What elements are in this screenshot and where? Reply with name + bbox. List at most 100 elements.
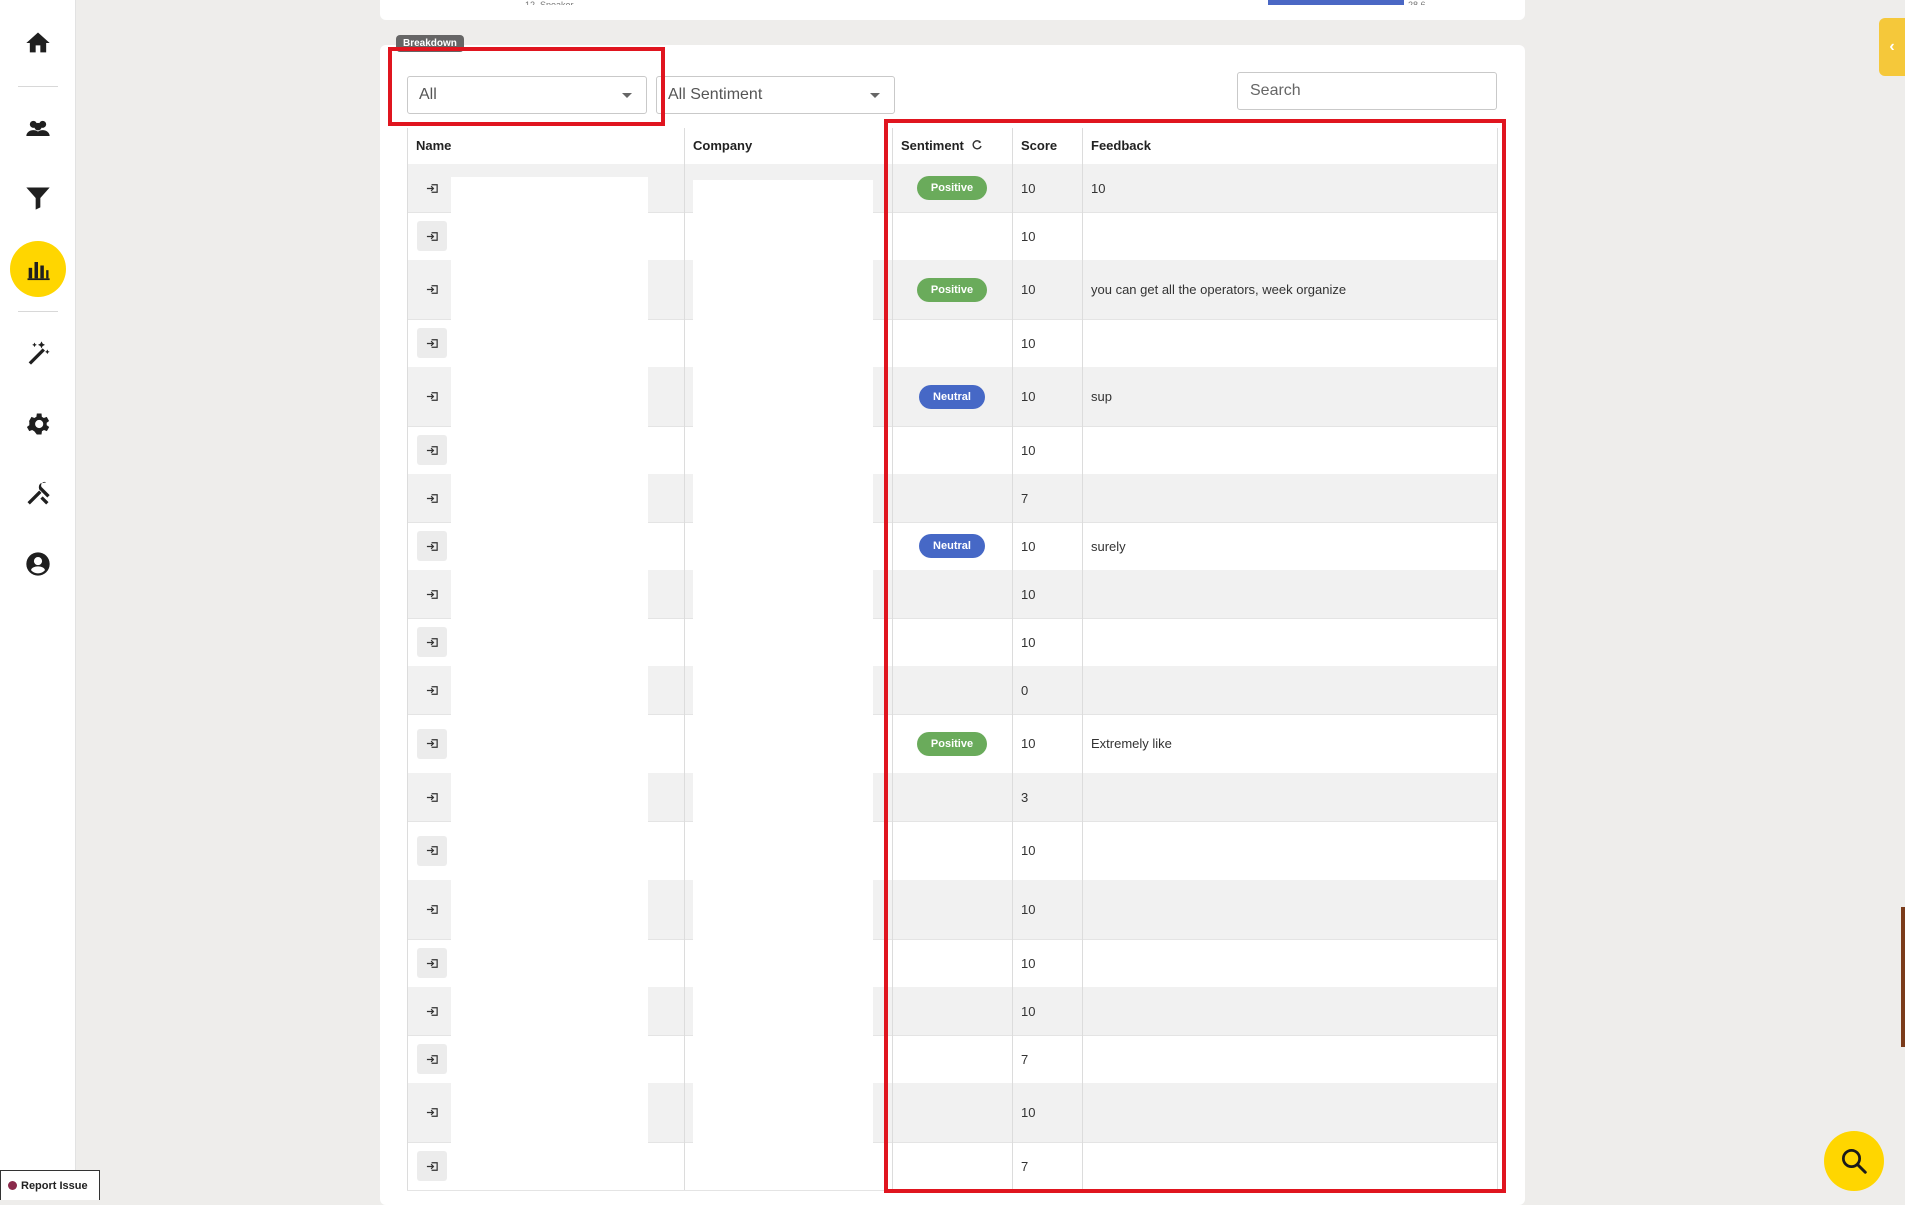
sentiment-badge: Positive <box>916 277 988 302</box>
open-record-button[interactable] <box>417 1097 447 1128</box>
breakdown-badge: Breakdown <box>396 35 464 52</box>
open-record-button[interactable] <box>417 675 447 705</box>
open-record-button[interactable] <box>417 894 447 925</box>
sentiment-badge: Positive <box>916 731 988 756</box>
gear-icon[interactable] <box>13 399 62 448</box>
summary-bar <box>1268 0 1404 5</box>
sign-in-icon <box>426 183 438 193</box>
sidebar <box>0 0 76 1200</box>
sentiment-cell <box>892 319 1012 367</box>
sentiment-cell <box>892 474 1012 522</box>
summary-card: 12. Speaker 28.6 <box>380 0 1525 20</box>
report-issue-button[interactable]: Report Issue <box>0 1170 100 1200</box>
sign-in-icon <box>426 445 438 455</box>
account-icon[interactable] <box>13 539 62 588</box>
sentiment-cell <box>892 212 1012 260</box>
score-cell: 10 <box>1021 1105 1036 1120</box>
sentiment-cell <box>892 1035 1012 1083</box>
search-icon <box>1842 1149 1867 1174</box>
report-issue-label: Report Issue <box>21 1179 88 1192</box>
open-record-button[interactable] <box>417 728 447 759</box>
score-cell: 7 <box>1021 1051 1029 1067</box>
column-divider <box>892 128 893 1190</box>
feedback-cell: surely <box>1091 538 1126 554</box>
column-header-feedback[interactable]: Feedback <box>1082 128 1482 164</box>
open-record-button[interactable] <box>417 948 447 978</box>
sign-in-icon <box>426 685 438 695</box>
group-select[interactable]: All <box>407 76 647 114</box>
sentiment-cell <box>892 1142 1012 1190</box>
score-cell: 10 <box>1021 634 1036 650</box>
sentiment-cell: Positive <box>892 164 1012 212</box>
open-record-button[interactable] <box>417 381 447 412</box>
feedback-cell <box>1082 1083 1497 1142</box>
column-header-score[interactable]: Score <box>1012 128 1082 164</box>
score-cell: 10 <box>1021 843 1036 858</box>
column-header-name[interactable]: Name <box>407 128 684 164</box>
feedback-cell: 10 <box>1091 180 1106 196</box>
open-record-button[interactable] <box>417 531 447 561</box>
feedback-cell <box>1082 773 1497 821</box>
chevron-down-icon <box>622 93 632 98</box>
sidebar-divider <box>18 311 58 312</box>
sign-in-icon <box>426 493 438 503</box>
sentiment-select[interactable]: All Sentiment <box>656 76 895 114</box>
sentiment-cell <box>892 426 1012 474</box>
bug-icon <box>8 1181 17 1190</box>
score-cell: 10 <box>1021 538 1036 554</box>
score-cell: 10 <box>1021 955 1036 971</box>
open-record-button[interactable] <box>417 483 447 513</box>
open-record-button[interactable] <box>417 627 447 657</box>
redacted-name-block <box>451 177 648 1178</box>
open-record-button[interactable] <box>417 782 447 812</box>
sign-in-icon <box>426 1006 438 1016</box>
users-icon[interactable] <box>13 104 62 153</box>
sign-in-icon <box>426 1054 438 1064</box>
sign-in-icon <box>426 637 438 647</box>
open-record-button[interactable] <box>417 328 447 358</box>
search-fab-button[interactable] <box>1824 1131 1884 1191</box>
filter-icon[interactable] <box>13 173 62 222</box>
sign-in-icon <box>426 338 438 348</box>
tools-icon[interactable] <box>13 469 62 518</box>
home-icon[interactable] <box>13 18 62 67</box>
open-record-button[interactable] <box>417 1151 447 1181</box>
open-record-button[interactable] <box>417 274 447 305</box>
feedback-cell <box>1082 474 1497 522</box>
open-record-button[interactable] <box>417 221 447 251</box>
magic-wand-icon[interactable] <box>13 328 62 377</box>
feedback-cell <box>1082 1142 1497 1190</box>
sign-in-icon <box>426 1108 438 1117</box>
score-cell: 10 <box>1021 335 1036 351</box>
redacted-company-block <box>693 180 873 1178</box>
score-cell: 10 <box>1021 736 1036 751</box>
feedback-cell: you can get all the operators, week orga… <box>1091 282 1347 297</box>
column-header-sentiment[interactable]: Sentiment <box>892 128 1012 164</box>
group-select-value: All <box>419 86 437 103</box>
open-record-button[interactable] <box>417 1044 447 1074</box>
open-record-button[interactable] <box>417 996 447 1026</box>
search-input[interactable] <box>1237 72 1497 110</box>
score-cell: 10 <box>1021 389 1036 404</box>
sign-in-icon <box>426 541 438 551</box>
score-cell: 10 <box>1021 1003 1036 1019</box>
open-record-button[interactable] <box>417 835 447 866</box>
collapse-panel-button[interactable]: ‹ <box>1879 18 1905 76</box>
feedback-cell <box>1082 212 1497 260</box>
chevron-down-icon <box>870 93 880 98</box>
sign-in-icon <box>426 231 438 241</box>
feedback-cell <box>1082 821 1497 880</box>
sentiment-cell: Positive <box>892 714 1012 773</box>
open-record-button[interactable] <box>417 579 447 609</box>
column-header-company[interactable]: Company <box>684 128 886 164</box>
sentiment-badge: Positive <box>916 176 988 200</box>
sentiment-cell <box>892 880 1012 939</box>
refresh-icon[interactable] <box>971 139 983 151</box>
sidebar-divider <box>18 86 58 87</box>
open-record-button[interactable] <box>417 173 447 203</box>
analytics-icon[interactable] <box>10 241 66 297</box>
open-record-button[interactable] <box>417 435 447 465</box>
feedback-cell <box>1082 987 1497 1035</box>
score-cell: 10 <box>1021 228 1036 244</box>
sentiment-cell <box>892 1083 1012 1142</box>
